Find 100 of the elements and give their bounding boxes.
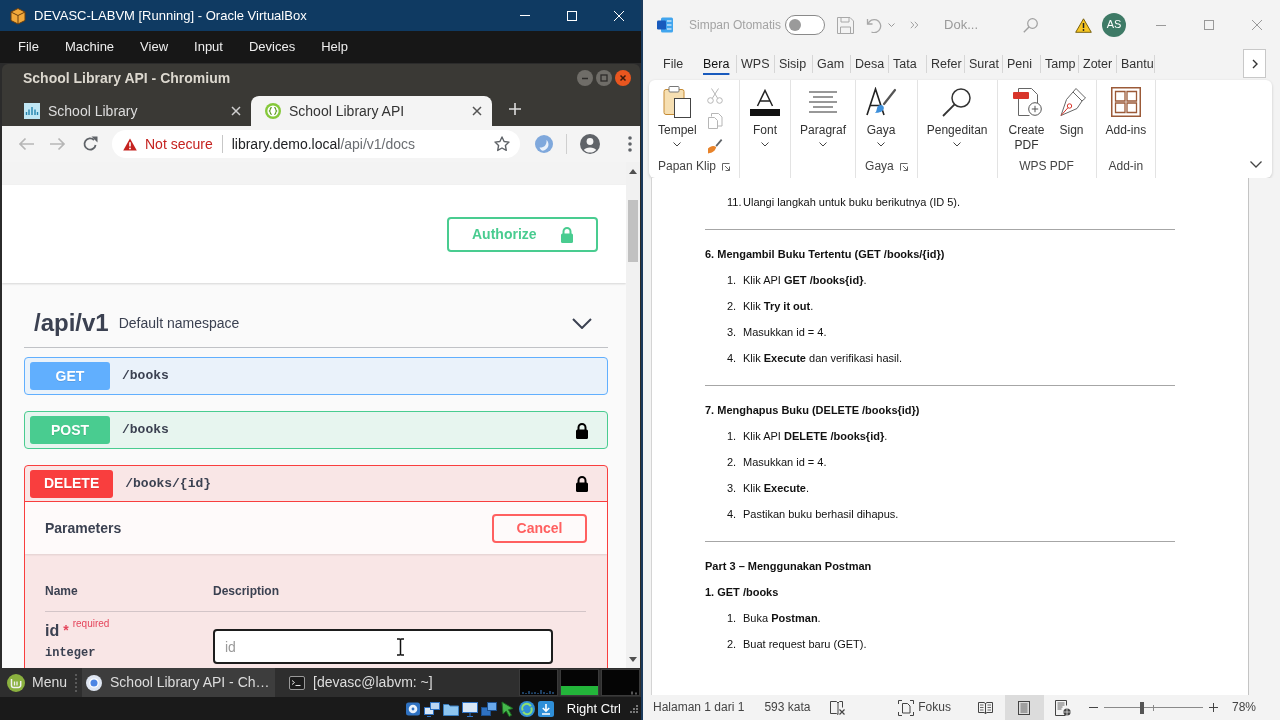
list-item-text: Klik Execute dan verifikasi hasil. xyxy=(743,352,902,366)
arrow-up-icon[interactable] xyxy=(629,169,637,174)
address-bar[interactable]: Not secure library.demo.local/api/v1/docs xyxy=(112,130,520,158)
font-button[interactable]: Font xyxy=(749,86,782,158)
minimize-icon[interactable] xyxy=(577,70,593,86)
pointer-icon[interactable] xyxy=(499,700,516,717)
method-badge: GET xyxy=(30,362,110,390)
ribbon-tab[interactable]: Tata xyxy=(889,55,927,73)
arrows-circle-icon[interactable] xyxy=(518,700,535,717)
styles-button[interactable]: Gaya xyxy=(865,86,898,158)
network-icon[interactable] xyxy=(423,700,440,717)
caret-down-icon[interactable] xyxy=(888,23,896,27)
menu-item[interactable]: Input xyxy=(181,39,236,55)
list-number: 2. xyxy=(726,456,738,470)
security-label[interactable]: Not secure xyxy=(145,135,213,153)
close-icon[interactable] xyxy=(472,106,482,116)
user-avatar[interactable]: AS xyxy=(1102,13,1126,37)
app-logo-icon xyxy=(657,17,673,33)
taskbar-button[interactable]: School Library API - Ch… xyxy=(82,668,276,697)
ribbon-tab[interactable]: Desa xyxy=(851,55,889,73)
download-icon[interactable] xyxy=(537,700,554,717)
paste-button[interactable]: Tempel xyxy=(658,86,697,158)
ribbon-tab[interactable]: Refer xyxy=(927,55,965,73)
warning-icon[interactable] xyxy=(1075,17,1092,33)
zoom-level[interactable]: 78% xyxy=(1231,700,1256,715)
launcher-icon[interactable] xyxy=(722,162,731,171)
ribbon-tab[interactable]: Tamp xyxy=(1041,55,1079,73)
monitor-icon[interactable] xyxy=(461,700,478,717)
arrow-down-icon[interactable] xyxy=(629,657,637,662)
endpoint-block[interactable]: GET /books xyxy=(24,357,608,395)
minus-icon[interactable] xyxy=(1088,707,1098,708)
lock-icon[interactable] xyxy=(575,475,589,492)
brush-icon[interactable] xyxy=(706,138,723,154)
ribbon-tab[interactable]: Surat xyxy=(965,55,1003,73)
proofing-icon[interactable] xyxy=(830,700,847,715)
avatar-icon[interactable] xyxy=(580,134,600,154)
word-count[interactable]: 593 kata xyxy=(764,700,811,715)
more-tabs-button[interactable] xyxy=(1243,49,1266,78)
section-title: Parameters xyxy=(45,519,122,537)
minimize-icon[interactable] xyxy=(1156,24,1166,26)
chevron-down-icon[interactable] xyxy=(1250,161,1262,168)
ribbon-tab[interactable]: Zoter xyxy=(1079,55,1117,73)
resize-grip-icon[interactable] xyxy=(630,704,638,713)
heading: Part 3 – Menggunakan Postman xyxy=(705,560,872,574)
font-color-icon xyxy=(749,88,782,116)
chevron-right-icon xyxy=(1251,58,1258,69)
heading: 1. GET /books xyxy=(705,586,779,600)
ribbon-tab[interactable]: Bera xyxy=(699,55,737,73)
lock-icon xyxy=(560,225,574,243)
list-item-text: Buat request baru (GET). xyxy=(743,638,867,652)
graph-icon[interactable] xyxy=(560,669,599,696)
reload-icon[interactable] xyxy=(82,136,98,152)
menu-item[interactable]: View xyxy=(127,39,182,55)
url-text: library.demo.local/api/v1/docs xyxy=(231,135,416,153)
windows-icon[interactable] xyxy=(480,700,497,717)
ribbon-tab[interactable]: WPS xyxy=(737,55,775,73)
menu-item[interactable]: Machine xyxy=(51,39,128,55)
zoom-slider-thumb[interactable] xyxy=(1139,701,1144,714)
browser-tab[interactable]: School Library xyxy=(10,96,251,126)
plus-icon[interactable] xyxy=(1208,703,1218,712)
ribbon-tab[interactable]: File xyxy=(651,55,699,73)
list-number: 11. xyxy=(726,196,743,210)
paragraph-button[interactable]: Paragraf xyxy=(800,86,847,158)
autosave-toggle[interactable] xyxy=(785,15,826,35)
leaf-circle-icon xyxy=(7,673,25,692)
list-number: 1. xyxy=(726,430,738,444)
sign-button[interactable]: Sign xyxy=(1056,86,1087,158)
list-number: 4. xyxy=(726,508,738,522)
menu-item[interactable]: Help xyxy=(308,39,361,55)
focus-button[interactable]: Fokus xyxy=(896,699,953,716)
scrollbar[interactable] xyxy=(626,162,640,668)
method-badge: POST xyxy=(30,416,110,444)
menu-item[interactable]: File xyxy=(5,39,52,55)
ribbon-tab[interactable]: Gam xyxy=(813,55,851,73)
ribbon-tab[interactable]: Sisip xyxy=(775,55,813,73)
taskbar-button[interactable]: [devasc@labvm: ~] xyxy=(285,668,441,697)
star-icon[interactable] xyxy=(494,136,510,152)
add-ins-button[interactable]: Add-ins xyxy=(1105,86,1147,158)
required-mark: * xyxy=(63,622,69,638)
menu-item[interactable]: Devices xyxy=(235,39,309,55)
lock-icon[interactable] xyxy=(575,421,589,439)
editing-button[interactable]: Pengeditan xyxy=(926,86,988,158)
chevron-down-icon[interactable] xyxy=(572,318,592,329)
launcher-icon[interactable] xyxy=(899,162,908,171)
view-button[interactable] xyxy=(1004,695,1044,720)
ribbon-tab[interactable]: Peni xyxy=(1003,55,1041,73)
menu-button[interactable]: Menu xyxy=(7,673,68,692)
browser-icon xyxy=(86,674,103,691)
page-count[interactable]: Halaman 1 dari 1 xyxy=(653,700,745,715)
endpoint-block[interactable]: POST /books xyxy=(24,411,608,449)
list-number: 1. xyxy=(726,274,738,288)
grid-icon xyxy=(1110,87,1141,117)
scrollbar-thumb[interactable] xyxy=(628,200,638,262)
endpoint-block[interactable]: DELETE /books/{id} Parameters Cancel Name Description id * $^{required}$ integer id xyxy=(24,465,608,668)
create-pdf-button[interactable]: Create PDF xyxy=(1006,86,1047,158)
parameter-input[interactable]: id xyxy=(213,629,553,664)
browser-tab[interactable]: School Library API xyxy=(251,96,492,126)
menu-dots-icon[interactable] xyxy=(628,136,632,152)
ribbon-tab[interactable]: Bantu xyxy=(1117,55,1155,73)
namespace-description: Default namespace xyxy=(118,315,240,332)
